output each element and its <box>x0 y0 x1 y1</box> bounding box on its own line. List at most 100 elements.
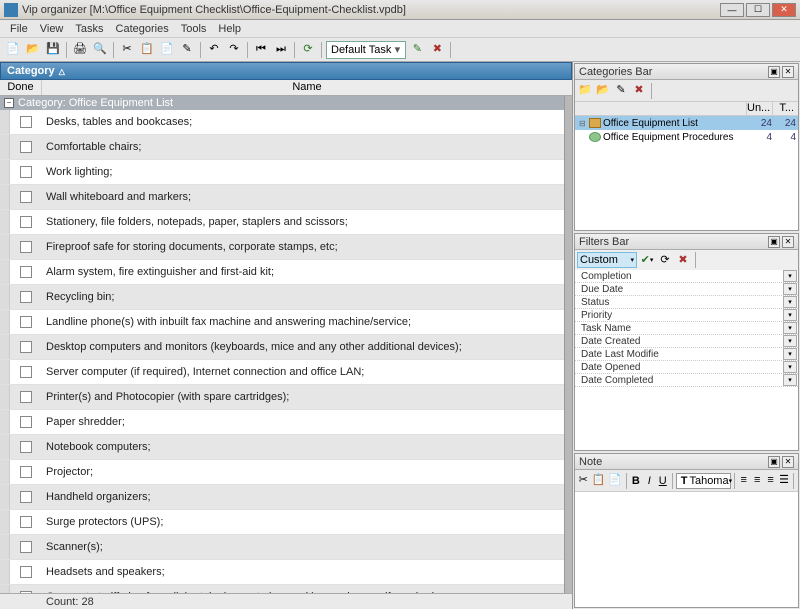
expand-icon[interactable]: ⊟ <box>579 119 589 128</box>
task-row[interactable]: Alarm system, fire extinguisher and firs… <box>0 260 572 285</box>
filter-dropdown[interactable]: ▾ <box>783 296 797 308</box>
task-row[interactable]: Wall whiteboard and markers; <box>0 185 572 210</box>
add-subcategory-button[interactable]: 📂 <box>595 83 611 99</box>
bold-button[interactable]: B <box>630 473 642 489</box>
group-row[interactable]: − Category: Office Equipment List <box>0 96 572 110</box>
category-node[interactable]: ⊟Office Equipment List2424 <box>575 116 798 130</box>
filter-dropdown[interactable]: ▾ <box>783 309 797 321</box>
first-button[interactable]: ⏮ <box>252 41 270 59</box>
filter-dropdown[interactable]: ▾ <box>783 270 797 282</box>
done-checkbox[interactable] <box>20 191 32 203</box>
paste-button[interactable]: 📄 <box>158 41 176 59</box>
undo-button[interactable]: ↶ <box>205 41 223 59</box>
done-checkbox[interactable] <box>20 566 32 578</box>
close-button[interactable]: ✕ <box>772 3 796 17</box>
done-checkbox[interactable] <box>20 341 32 353</box>
task-row[interactable]: Projector; <box>0 460 572 485</box>
task-row[interactable]: Paper shredder; <box>0 410 572 435</box>
done-checkbox[interactable] <box>20 491 32 503</box>
cut-button[interactable]: ✂ <box>118 41 136 59</box>
col-uncomplete[interactable]: Un... <box>746 102 772 115</box>
filter-dropdown[interactable]: ▾ <box>783 322 797 334</box>
done-checkbox[interactable] <box>20 416 32 428</box>
italic-button[interactable]: I <box>643 473 655 489</box>
save-filter-button[interactable]: ✔▾ <box>639 252 655 268</box>
delete-category-button[interactable]: ✖ <box>631 83 647 99</box>
done-checkbox[interactable] <box>20 466 32 478</box>
filter-dropdown[interactable]: ▾ <box>783 374 797 386</box>
task-row[interactable]: Fireproof safe for storing documents, co… <box>0 235 572 260</box>
done-checkbox[interactable] <box>20 366 32 378</box>
font-family-combo[interactable]: TTahoma▾ <box>676 473 731 489</box>
pane-pin-button[interactable]: ▣ <box>768 236 780 248</box>
new-file-button[interactable]: 📄 <box>4 41 22 59</box>
filter-dropdown[interactable]: ▾ <box>783 283 797 295</box>
apply-filter-button[interactable]: ⟳ <box>657 252 673 268</box>
redo-button[interactable]: ↷ <box>225 41 243 59</box>
filter-dropdown[interactable]: ▾ <box>783 348 797 360</box>
note-cut-button[interactable]: ✂ <box>577 473 589 489</box>
print-button[interactable]: 🖨 <box>71 41 89 59</box>
task-row[interactable]: Recycling bin; <box>0 285 572 310</box>
delete-task-button[interactable]: ✖ <box>428 41 446 59</box>
bullets-button[interactable]: ☰ <box>778 473 790 489</box>
task-row[interactable]: Surge protectors (UPS); <box>0 510 572 535</box>
done-checkbox[interactable] <box>20 141 32 153</box>
menu-view[interactable]: View <box>34 21 70 37</box>
filter-dropdown[interactable]: ▾ <box>783 335 797 347</box>
vertical-scrollbar[interactable] <box>564 96 572 593</box>
task-row[interactable]: Scanner(s); <box>0 535 572 560</box>
task-row[interactable]: Headsets and speakers; <box>0 560 572 585</box>
align-left-button[interactable]: ≡ <box>737 473 749 489</box>
menu-tools[interactable]: Tools <box>175 21 213 37</box>
task-row[interactable]: Work lighting; <box>0 160 572 185</box>
task-template-combo[interactable]: Default Task▾ <box>326 41 406 59</box>
refresh-button[interactable]: ⟳ <box>299 41 317 59</box>
menu-categories[interactable]: Categories <box>110 21 175 37</box>
edit-button[interactable]: ✎ <box>178 41 196 59</box>
pane-pin-button[interactable]: ▣ <box>768 66 780 78</box>
done-checkbox[interactable] <box>20 441 32 453</box>
task-row[interactable]: Landline phone(s) with inbuilt fax machi… <box>0 310 572 335</box>
save-button[interactable]: 💾 <box>44 41 62 59</box>
done-checkbox[interactable] <box>20 541 32 553</box>
col-total[interactable]: T... <box>772 102 798 115</box>
add-task-button[interactable]: ✎ <box>408 41 426 59</box>
collapse-icon[interactable]: − <box>4 98 14 108</box>
open-file-button[interactable]: 📂 <box>24 41 42 59</box>
done-checkbox[interactable] <box>20 116 32 128</box>
add-category-button[interactable]: 📁 <box>577 83 593 99</box>
pane-close-button[interactable]: ✕ <box>782 66 794 78</box>
filter-preset-combo[interactable]: Custom▾ <box>577 252 637 268</box>
done-checkbox[interactable] <box>20 166 32 178</box>
task-row[interactable]: Printer(s) and Photocopier (with spare c… <box>0 385 572 410</box>
note-copy-button[interactable]: 📋 <box>590 473 606 489</box>
column-done[interactable]: Done <box>0 80 42 95</box>
preview-button[interactable]: 🔍 <box>91 41 109 59</box>
category-node[interactable]: Office Equipment Procedures44 <box>575 130 798 144</box>
pane-pin-button[interactable]: ▣ <box>768 456 780 468</box>
done-checkbox[interactable] <box>20 516 32 528</box>
note-paste-button[interactable]: 📄 <box>607 473 623 489</box>
task-row[interactable]: Handheld organizers; <box>0 485 572 510</box>
task-row[interactable]: Desks, tables and bookcases; <box>0 110 572 135</box>
copy-button[interactable]: 📋 <box>138 41 156 59</box>
pane-close-button[interactable]: ✕ <box>782 456 794 468</box>
pane-close-button[interactable]: ✕ <box>782 236 794 248</box>
align-right-button[interactable]: ≡ <box>764 473 776 489</box>
clear-filter-button[interactable]: ✖ <box>675 252 691 268</box>
task-row[interactable]: Corporate tariff plan for cellular telep… <box>0 585 572 593</box>
task-row[interactable]: Stationery, file folders, notepads, pape… <box>0 210 572 235</box>
maximize-button[interactable]: ☐ <box>746 3 770 17</box>
minimize-button[interactable]: — <box>720 3 744 17</box>
task-row[interactable]: Desktop computers and monitors (keyboard… <box>0 335 572 360</box>
done-checkbox[interactable] <box>20 216 32 228</box>
grid-body[interactable]: − Category: Office Equipment List Desks,… <box>0 96 572 593</box>
done-checkbox[interactable] <box>20 266 32 278</box>
menu-tasks[interactable]: Tasks <box>69 21 109 37</box>
done-checkbox[interactable] <box>20 591 32 593</box>
done-checkbox[interactable] <box>20 391 32 403</box>
menu-help[interactable]: Help <box>212 21 247 37</box>
done-checkbox[interactable] <box>20 241 32 253</box>
task-row[interactable]: Notebook computers; <box>0 435 572 460</box>
